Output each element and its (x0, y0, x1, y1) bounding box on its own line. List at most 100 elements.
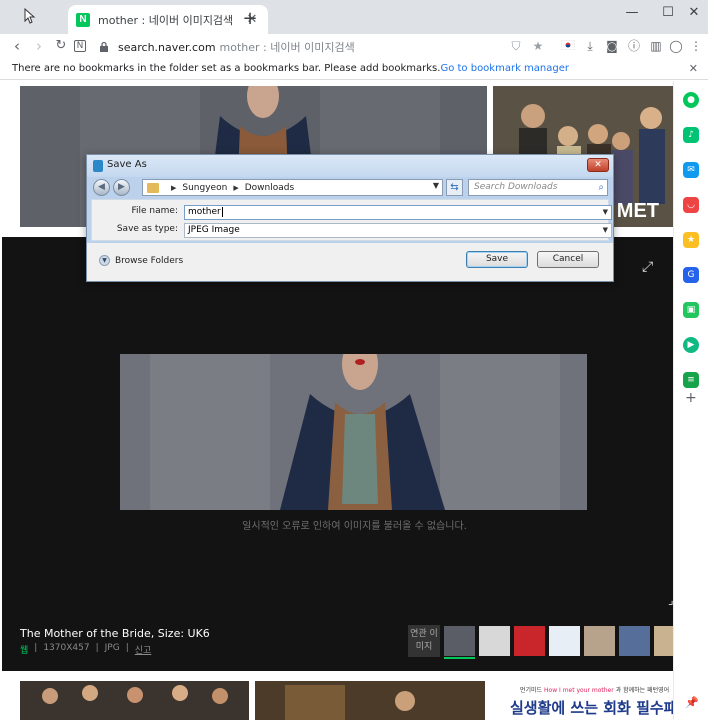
meta-dimensions: 1370X457 (43, 643, 90, 653)
right-sidebar: ● ♪ ✉ ◡ ★ G ▣ ▶ ≡ + 📌 (673, 81, 708, 720)
meta-sep: | (95, 643, 99, 653)
dialog-titlebar[interactable]: Save As ✕ (87, 155, 613, 177)
pin-icon[interactable]: 📌 (685, 696, 699, 709)
cursor-icon (24, 8, 36, 24)
error-message: 일시적인 오류로 인하여 이미지를 불러올 수 없습니다. (242, 521, 467, 532)
alarm-icon[interactable]: ♪ (683, 127, 699, 143)
save-type-label: Save as type: (116, 224, 178, 234)
related-thumbnail[interactable] (514, 626, 545, 656)
pocket-icon[interactable]: ◡ (683, 197, 699, 213)
meta-sep: | (125, 643, 129, 653)
related-thumbnail[interactable] (584, 626, 615, 656)
sidebar-toggle-icon[interactable]: ▥ (648, 38, 664, 54)
ad-banner[interactable]: 먼기미드 How I met your mother 과 함께하는 패턴영어 실… (490, 681, 673, 720)
path-segment[interactable]: Sungyeon (182, 183, 227, 193)
reload-icon[interactable]: ↻ (52, 37, 70, 55)
meta-sep: | (34, 643, 38, 653)
calendar-icon[interactable]: ▣ (683, 302, 699, 318)
play-icon[interactable]: ▶ (683, 337, 699, 353)
image-viewer: ⤢ 일시적인 오류로 인하여 이미지를 불러올 수 없습니다. ⌟ The Mo… (2, 237, 673, 671)
window-close-icon[interactable]: ✕ (682, 4, 706, 22)
refresh-icon[interactable]: ⇆ (446, 179, 463, 196)
dialog-title: Save As (107, 159, 147, 170)
korea-flag-icon[interactable] (560, 38, 576, 54)
dialog-form: File name: mother ▼ Save as type: JPEG I… (91, 199, 612, 241)
folder-icon (147, 182, 159, 193)
active-indicator (444, 657, 475, 659)
related-thumbnail[interactable] (549, 626, 580, 656)
info-icon[interactable]: ⓘ (626, 38, 642, 54)
meta-source[interactable]: 웹 (20, 643, 28, 656)
report-link[interactable]: 신고 (135, 643, 152, 656)
search-icon: ⌕ (598, 182, 604, 193)
search-input[interactable]: Search Downloads ⌕ (468, 179, 608, 196)
forward-icon[interactable]: ▶ (113, 179, 130, 196)
related-thumbnail[interactable] (619, 626, 650, 656)
chevron-down-icon[interactable]: ▼ (603, 224, 608, 237)
url-bar[interactable]: search.naver.com mother : 네이버 이미지검색 (98, 37, 548, 57)
image-thumbnail[interactable] (255, 681, 485, 720)
back-icon[interactable]: ◀ (93, 179, 110, 196)
image-title[interactable]: The Mother of the Bride, Size: UK6 (20, 627, 210, 640)
camera-icon[interactable]: ◙ (604, 38, 620, 54)
naver-app-icon[interactable]: ● (683, 92, 699, 108)
main-image[interactable] (120, 354, 587, 510)
naver-favicon-icon: N (76, 12, 90, 27)
menu-icon[interactable]: ⋮ (688, 38, 704, 54)
related-thumbnail[interactable] (444, 626, 475, 656)
expand-icon[interactable]: ⤢ (642, 259, 653, 275)
bookmarks-bar-close-icon[interactable]: ✕ (689, 60, 698, 78)
star-icon[interactable]: ★ (530, 38, 546, 54)
mail-icon[interactable]: ✉ (683, 162, 699, 178)
chevron-down-icon[interactable]: ▼ (433, 181, 439, 190)
bookmarks-bar: There are no bookmarks in the folder set… (0, 60, 708, 80)
back-icon[interactable]: ‹ (8, 37, 26, 55)
url-path: mother : 네이버 이미지검색 (219, 41, 355, 54)
chrome-dialog-icon (93, 160, 103, 172)
dress-photo-large (120, 354, 587, 510)
related-images-label[interactable]: 연관 이미지 (408, 625, 440, 657)
path-segment[interactable]: Downloads (245, 183, 294, 193)
chevron-right-icon: ▶ (233, 183, 239, 192)
dialog-navigation: ◀ ▶ ▶ Sungyeon ▶ Downloads ▼ ⇆ Search Do… (87, 177, 613, 199)
naver-home-icon[interactable]: N (74, 40, 86, 52)
chevron-down-icon: ▼ (99, 255, 110, 266)
bookmarks-message: There are no bookmarks in the folder set… (12, 63, 441, 74)
new-tab-button[interactable]: + (240, 8, 260, 29)
thumbnail-caption: MET (616, 200, 659, 222)
chevron-down-icon[interactable]: ▼ (603, 206, 608, 219)
profile-icon[interactable]: ◯ (668, 38, 684, 54)
lock-icon (100, 41, 108, 52)
save-type-select[interactable]: JPEG Image ▼ (184, 223, 612, 238)
dialog-close-button[interactable]: ✕ (587, 158, 609, 172)
translate-icon[interactable]: G (683, 267, 699, 283)
bookmark-manager-link[interactable]: Go to bookmark manager (440, 63, 569, 74)
ad-headline: 실생활에 쓰는 회화 필수패턴 (510, 699, 673, 717)
cancel-button[interactable]: Cancel (537, 251, 599, 268)
path-breadcrumb[interactable]: ▶ Sungyeon ▶ Downloads ▼ (142, 179, 443, 196)
save-button[interactable]: Save (466, 251, 528, 268)
webtoon-icon[interactable]: ≡ (683, 372, 699, 388)
shield-icon[interactable]: ⛉ (508, 38, 524, 54)
forward-icon[interactable]: › (30, 37, 48, 55)
meta-format: JPG (104, 643, 120, 653)
save-as-dialog: Save As ✕ ◀ ▶ ▶ Sungyeon ▶ Downloads ▼ ⇆… (86, 154, 614, 282)
add-icon[interactable]: + (685, 390, 697, 406)
browser-tab[interactable]: N mother : 네이버 이미지검색 ✕ (68, 5, 268, 34)
browse-folders-toggle[interactable]: ▼ Browse Folders (99, 255, 183, 266)
ad-subtitle: 먼기미드 How I met your mother 과 함께하는 패턴영어 (520, 687, 670, 694)
image-thumbnail[interactable] (20, 681, 249, 720)
maximize-icon[interactable]: ☐ (656, 4, 680, 22)
chevron-right-icon: ▶ (171, 183, 177, 192)
address-toolbar: ‹ › ↻ N search.naver.com mother : 네이버 이미… (0, 34, 708, 60)
download-icon[interactable]: ⤓ (582, 38, 598, 54)
tab-strip: N mother : 네이버 이미지검색 ✕ + — ☐ ✕ (0, 0, 708, 34)
favorite-icon[interactable]: ★ (683, 232, 699, 248)
minimize-icon[interactable]: — (620, 4, 644, 22)
dialog-footer: ▼ Browse Folders Save Cancel (87, 243, 613, 281)
related-thumbnail[interactable] (479, 626, 510, 656)
url-host: search.naver.com (118, 40, 216, 54)
related-thumbnail[interactable] (654, 626, 673, 656)
file-name-field[interactable]: mother ▼ (184, 205, 612, 220)
tab-title: mother : 네이버 이미지검색 (98, 13, 234, 27)
